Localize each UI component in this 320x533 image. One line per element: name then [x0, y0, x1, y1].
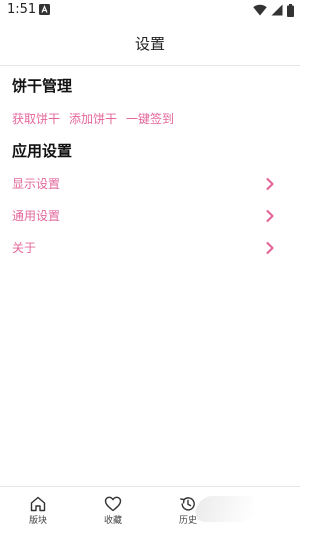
heart-icon	[104, 496, 122, 512]
battery-icon	[287, 3, 294, 17]
home-icon	[30, 496, 46, 512]
about-row[interactable]: 关于	[0, 233, 300, 263]
chevron-right-icon	[266, 209, 274, 223]
add-cookie-link[interactable]: 添加饼干	[69, 110, 117, 128]
section-title-cookie: 饼干管理	[12, 77, 73, 95]
display-settings-label: 显示设置	[12, 177, 61, 191]
chevron-right-icon	[266, 241, 274, 255]
general-settings-row[interactable]: 通用设置	[0, 201, 300, 231]
status-bar: 1:51	[0, 0, 300, 22]
nav-label-favorites: 收藏	[103, 516, 122, 526]
header-divider	[0, 65, 300, 66]
a-notification-icon	[39, 4, 50, 15]
swipe-overlay	[192, 496, 260, 522]
about-label: 关于	[12, 241, 37, 255]
display-settings-row[interactable]: 显示设置	[0, 169, 300, 199]
status-time: 1:51	[7, 2, 37, 17]
history-icon	[180, 497, 195, 511]
nav-item-boards[interactable]: 版块	[8, 487, 68, 533]
nav-item-favorites[interactable]: 收藏	[83, 487, 143, 533]
chevron-right-icon	[266, 177, 274, 191]
general-settings-label: 通用设置	[12, 209, 61, 223]
section-title-app: 应用设置	[12, 142, 73, 160]
app-bar: 设置	[0, 24, 300, 64]
nav-label-boards: 版块	[28, 516, 47, 526]
get-cookie-link[interactable]: 获取饼干	[12, 110, 60, 128]
status-icons	[253, 3, 294, 17]
page-title: 设置	[134, 35, 165, 53]
cookie-actions: 获取饼干 添加饼干 一键签到	[12, 110, 174, 128]
one-click-signin-link[interactable]: 一键签到	[126, 110, 174, 128]
signal-icon	[271, 4, 283, 16]
wifi-icon	[253, 4, 267, 16]
settings-screen: 1:51 设置 饼干管理 获取饼干 添加饼干 一键签到 应用设置 显示设置 通用…	[0, 0, 300, 533]
